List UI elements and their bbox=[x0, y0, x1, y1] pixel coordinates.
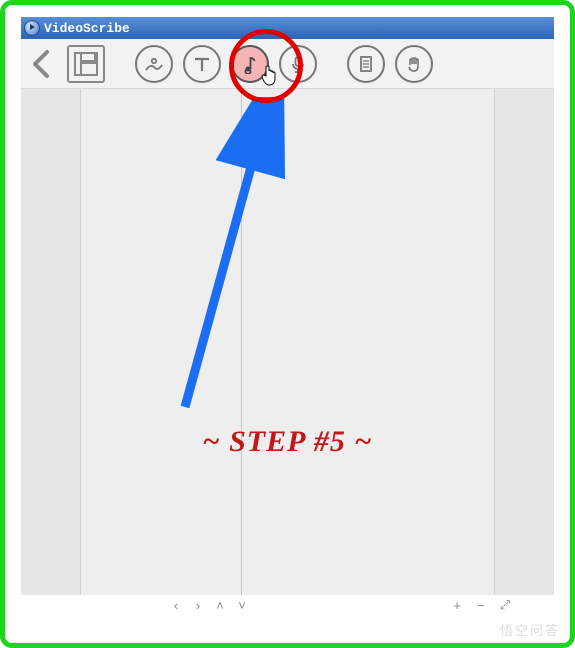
nav-next-button[interactable]: › bbox=[189, 596, 207, 614]
right-margin bbox=[494, 89, 554, 595]
nav-prev-button[interactable]: ‹ bbox=[167, 596, 185, 614]
step-annotation-label: ~ STEP #5 ~ bbox=[5, 425, 570, 459]
paper-options-button[interactable] bbox=[347, 45, 385, 83]
music-note-icon bbox=[240, 54, 260, 74]
title-bar: VideoScribe bbox=[21, 17, 554, 39]
zoom-out-button[interactable]: − bbox=[472, 596, 490, 614]
back-button[interactable] bbox=[27, 45, 57, 83]
app-title: VideoScribe bbox=[44, 21, 130, 36]
chevron-left-icon bbox=[31, 49, 53, 79]
save-button[interactable] bbox=[67, 45, 105, 83]
nav-up-button[interactable]: ˄ bbox=[211, 596, 229, 614]
paper-icon bbox=[356, 54, 376, 74]
left-margin bbox=[21, 89, 81, 595]
drawing-canvas[interactable] bbox=[81, 89, 494, 595]
watermark: 悟空问答 bbox=[500, 620, 560, 639]
canvas-nav-footer: ‹ › ˄ ˅ + − ⤢ bbox=[21, 595, 554, 615]
fullscreen-button[interactable]: ⤢ bbox=[496, 596, 514, 614]
text-icon bbox=[192, 54, 212, 74]
zoom-in-button[interactable]: + bbox=[448, 596, 466, 614]
main-toolbar bbox=[21, 39, 554, 89]
floppy-disk-icon bbox=[74, 52, 98, 76]
image-icon bbox=[143, 53, 165, 75]
record-voice-button[interactable] bbox=[279, 45, 317, 83]
hand-icon bbox=[404, 54, 424, 74]
nav-down-button[interactable]: ˅ bbox=[233, 596, 251, 614]
add-music-button[interactable] bbox=[231, 45, 269, 83]
add-image-button[interactable] bbox=[135, 45, 173, 83]
canvas-area: ‹ › ˄ ˅ + − ⤢ bbox=[21, 89, 554, 615]
add-text-button[interactable] bbox=[183, 45, 221, 83]
canvas-divider bbox=[241, 89, 242, 595]
app-logo-icon bbox=[24, 20, 40, 36]
microphone-icon bbox=[288, 54, 308, 74]
hand-style-button[interactable] bbox=[395, 45, 433, 83]
